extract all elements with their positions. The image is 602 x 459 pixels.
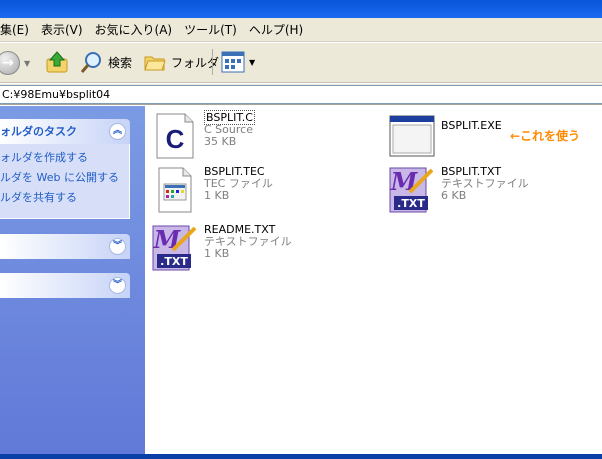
mifes-text-icon: M .TXT <box>389 167 434 213</box>
folders-button[interactable]: フォルダ <box>143 50 219 74</box>
menu-tools[interactable]: ツール(T) <box>178 18 243 42</box>
toolbar: ← ▼ 検索 フォルダ ▼ <box>0 43 602 83</box>
svg-text:M: M <box>390 167 419 196</box>
views-icon <box>221 51 245 73</box>
search-button[interactable]: 検索 <box>80 50 132 74</box>
svg-text:C: C <box>166 124 185 154</box>
task-create-folder[interactable]: ォルダを作成する <box>0 148 129 168</box>
menu-bar: 集(E) 表示(V) お気に入り(A) ツール(T) ヘルプ(H) <box>0 18 602 42</box>
file-item[interactable]: BSPLIT.TEC TEC ファイル 1 KB <box>151 166 273 214</box>
file-item[interactable]: C BSPLIT.C C Source 35 KB <box>151 110 255 160</box>
task-share-folder[interactable]: ルダを共有する <box>0 188 129 208</box>
toolbar-separator <box>212 49 213 75</box>
menu-help[interactable]: ヘルプ(H) <box>243 18 309 42</box>
collapse-up-icon[interactable]: ︽ <box>109 123 126 140</box>
menu-edit[interactable]: 集(E) <box>0 18 35 42</box>
views-button[interactable]: ▼ <box>221 51 255 73</box>
menu-favorites[interactable]: お気に入り(A) <box>89 18 179 42</box>
file-name: BSPLIT.EXE <box>441 119 502 132</box>
application-window-icon <box>389 115 435 157</box>
file-size: 35 KB <box>204 135 237 148</box>
c-source-icon: C <box>156 113 194 159</box>
up-folder-button[interactable] <box>44 49 70 75</box>
details-header[interactable]: ︾ <box>0 273 130 298</box>
expand-down-icon[interactable]: ︾ <box>109 238 126 255</box>
file-size: 6 KB <box>441 189 467 202</box>
folder-tasks-title: ォルダのタスク <box>0 125 77 138</box>
folder-tasks-panel: ォルダのタスク ︽ ォルダを作成する ルダを Web に公開する ルダを共有する <box>0 119 130 219</box>
views-dropdown-icon: ▼ <box>249 57 256 67</box>
address-input[interactable]: C:¥98Emu¥bsplit04 <box>0 85 602 104</box>
task-publish-web[interactable]: ルダを Web に公開する <box>0 168 129 188</box>
file-size: 1 KB <box>204 247 230 260</box>
details-panel: ︾ <box>0 273 130 298</box>
menu-view[interactable]: 表示(V) <box>35 18 89 42</box>
svg-text:.TXT: .TXT <box>397 197 425 210</box>
bottom-edge <box>0 454 602 459</box>
file-item[interactable]: M .TXT README.TXT テキストファイル 1 KB <box>151 224 292 272</box>
file-item[interactable]: M .TXT BSPLIT.TXT テキストファイル 6 KB <box>388 166 529 214</box>
file-size: 1 KB <box>204 189 230 202</box>
other-places-header[interactable]: ︾ <box>0 234 130 259</box>
expand-down-icon[interactable]: ︾ <box>109 277 126 294</box>
search-icon <box>80 52 101 73</box>
svg-text:.TXT: .TXT <box>160 255 188 268</box>
up-folder-icon <box>46 51 68 73</box>
address-bar: C:¥98Emu¥bsplit04 <box>0 84 602 105</box>
folder-tasks-header[interactable]: ォルダのタスク ︽ <box>0 119 130 144</box>
file-item[interactable]: BSPLIT.EXE <box>388 112 502 160</box>
folder-tasks-body: ォルダを作成する ルダを Web に公開する ルダを共有する <box>0 144 130 219</box>
task-pane: ォルダのタスク ︽ ォルダを作成する ルダを Web に公開する ルダを共有する… <box>0 106 145 454</box>
title-bar-strip <box>0 0 602 18</box>
mifes-text-icon: M .TXT <box>152 225 197 271</box>
other-places-panel: ︾ <box>0 234 130 259</box>
tec-file-icon <box>158 167 192 213</box>
forward-arrow-icon: ← <box>0 51 20 75</box>
svg-text:M: M <box>153 225 182 254</box>
annotation-note: ←これを使う <box>510 129 581 143</box>
file-list: C BSPLIT.C C Source 35 KB BSPLIT.EXE BSP… <box>145 106 602 454</box>
search-label: 検索 <box>108 55 133 70</box>
forward-button[interactable]: ← ▼ <box>0 51 30 75</box>
dropdown-arrow-icon: ▼ <box>24 58 31 68</box>
folders-icon <box>144 56 166 71</box>
